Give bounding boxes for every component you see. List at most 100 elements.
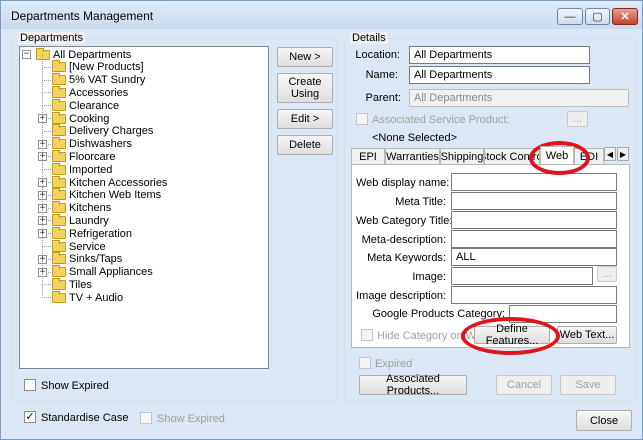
close-icon: ✕	[620, 11, 630, 23]
tree-connector	[42, 67, 43, 81]
name-field[interactable]: All Departments	[409, 66, 590, 84]
folder-icon	[52, 111, 66, 124]
close-button[interactable]: Close	[576, 410, 632, 431]
tree-item-label: Delivery Charges	[69, 125, 154, 138]
maximize-icon: ▢	[592, 11, 603, 23]
tree-item[interactable]: Kitchens	[52, 201, 112, 215]
folder-icon	[52, 60, 66, 73]
tree-connector	[42, 66, 51, 68]
associated-products-button[interactable]: Associated Products...	[359, 373, 467, 397]
tree-item[interactable]: TV + Audio	[52, 290, 123, 304]
tree-item-label: Accessories	[69, 86, 129, 99]
tree-item[interactable]: Refrigeration	[52, 226, 132, 240]
tree-item[interactable]: All Departments	[36, 47, 131, 61]
delete-button[interactable]: Delete	[277, 135, 333, 155]
tree-item[interactable]: 5% VAT Sundry	[52, 73, 145, 87]
details-group-label: Details	[350, 32, 388, 44]
tab-stock-control[interactable]: Stock Control	[484, 148, 540, 164]
folder-icon	[52, 277, 66, 290]
tab-shipping[interactable]: Shipping	[440, 148, 484, 164]
tree-item-label: Kitchen Accessories	[69, 176, 168, 189]
meta-title-field[interactable]	[451, 192, 617, 210]
tree-connector	[42, 285, 43, 298]
tree-item[interactable]: Laundry	[52, 213, 109, 227]
folder-icon	[52, 226, 66, 239]
tab-edi[interactable]: EDI	[574, 148, 604, 164]
departments-group-label: Departments	[18, 32, 85, 44]
meta-keywords-label: Meta Keywords:	[367, 252, 446, 264]
tree-item[interactable]: Tiles	[52, 277, 92, 291]
image-field[interactable]	[451, 267, 593, 285]
tree-item[interactable]: Kitchen Accessories	[52, 175, 168, 189]
tree-item[interactable]: Sinks/Taps	[52, 252, 123, 266]
tree-item[interactable]: Imported	[52, 162, 112, 176]
tree-item[interactable]: Small Appliances	[52, 265, 153, 279]
tree-connector	[42, 54, 43, 68]
tree-item[interactable]: Dishwashers	[52, 137, 132, 151]
show-expired-checkbox[interactable]	[24, 379, 36, 391]
close-window-button[interactable]: ✕	[612, 8, 638, 25]
tree-connector	[42, 118, 43, 132]
tree-item[interactable]: Floorcare	[52, 149, 116, 163]
tree-connector	[42, 157, 43, 170]
tree-item[interactable]: Service	[52, 239, 106, 253]
department-tree[interactable]: − All Departments [New Products] 5% VAT Sun…	[19, 46, 269, 369]
folder-icon	[52, 265, 66, 278]
image-description-label: Image description:	[356, 290, 446, 302]
meta-keywords-field[interactable]: ALL	[451, 248, 617, 266]
web-text-button[interactable]: Web Text...	[557, 326, 617, 344]
meta-description-field[interactable]	[451, 230, 617, 248]
save-button[interactable]: Save	[560, 375, 616, 395]
minimize-button[interactable]: —	[557, 8, 583, 25]
tree-connector	[42, 79, 51, 81]
associated-service-browse-button[interactable]: ...	[567, 111, 588, 127]
web-display-name-field[interactable]	[451, 173, 617, 191]
tree-connector	[42, 80, 43, 94]
tab-scroll-right-button[interactable]: ▶	[617, 147, 629, 161]
collapse-icon[interactable]: −	[22, 50, 31, 59]
maximize-button[interactable]: ▢	[585, 8, 610, 25]
standardise-case-checkbox[interactable]: ✓	[24, 411, 36, 423]
footer-show-expired-label: Show Expired	[157, 413, 225, 425]
web-category-title-field[interactable]	[451, 211, 617, 229]
minimize-icon: —	[564, 10, 576, 23]
hide-category-checkbox[interactable]	[361, 329, 373, 341]
tree-item[interactable]: [New Products]	[52, 60, 144, 74]
create-using-button[interactable]: Create Using	[277, 73, 333, 103]
folder-icon	[52, 252, 66, 265]
image-browse-button[interactable]: ...	[597, 266, 617, 282]
parent-dropdown[interactable]: All Departments	[409, 89, 629, 107]
folder-icon	[52, 290, 66, 303]
associated-service-checkbox[interactable]	[356, 113, 368, 125]
tab-web[interactable]: Web	[540, 146, 574, 164]
tree-item[interactable]: Cooking	[52, 111, 109, 125]
tree-item-label: Sinks/Taps	[69, 253, 123, 266]
meta-title-label: Meta Title:	[395, 196, 446, 208]
tree-item-label: Floorcare	[69, 150, 116, 163]
tree-item[interactable]: Delivery Charges	[52, 124, 154, 138]
image-description-field[interactable]	[451, 286, 617, 304]
tree-connector	[42, 272, 43, 286]
tree-item-label: Tiles	[69, 278, 92, 291]
tree-item-label: Clearance	[69, 99, 120, 112]
tree-item[interactable]: Clearance	[52, 98, 120, 112]
tree-item-label: Service	[69, 240, 106, 253]
folder-icon	[52, 201, 66, 214]
tab-warranties[interactable]: Warranties	[385, 148, 440, 164]
tree-item-label: Kitchens	[69, 202, 112, 215]
google-category-field[interactable]	[509, 305, 617, 323]
tab-epi[interactable]: EPI	[351, 148, 385, 164]
tree-item[interactable]: Kitchen Web Items	[52, 188, 161, 202]
folder-icon	[52, 85, 66, 98]
location-field[interactable]: All Departments	[409, 46, 590, 64]
tree-connector	[42, 284, 51, 286]
footer-show-expired-checkbox[interactable]	[140, 412, 152, 424]
tab-scroll-left-button[interactable]: ◀	[604, 147, 616, 161]
tree-item[interactable]: Accessories	[52, 85, 129, 99]
edit-button[interactable]: Edit >	[277, 109, 333, 129]
cancel-button[interactable]: Cancel	[496, 375, 552, 395]
folder-icon	[52, 124, 66, 137]
define-features-button[interactable]: Define Features...	[474, 323, 550, 347]
expired-checkbox[interactable]	[359, 357, 371, 369]
new-button[interactable]: New >	[277, 47, 333, 67]
